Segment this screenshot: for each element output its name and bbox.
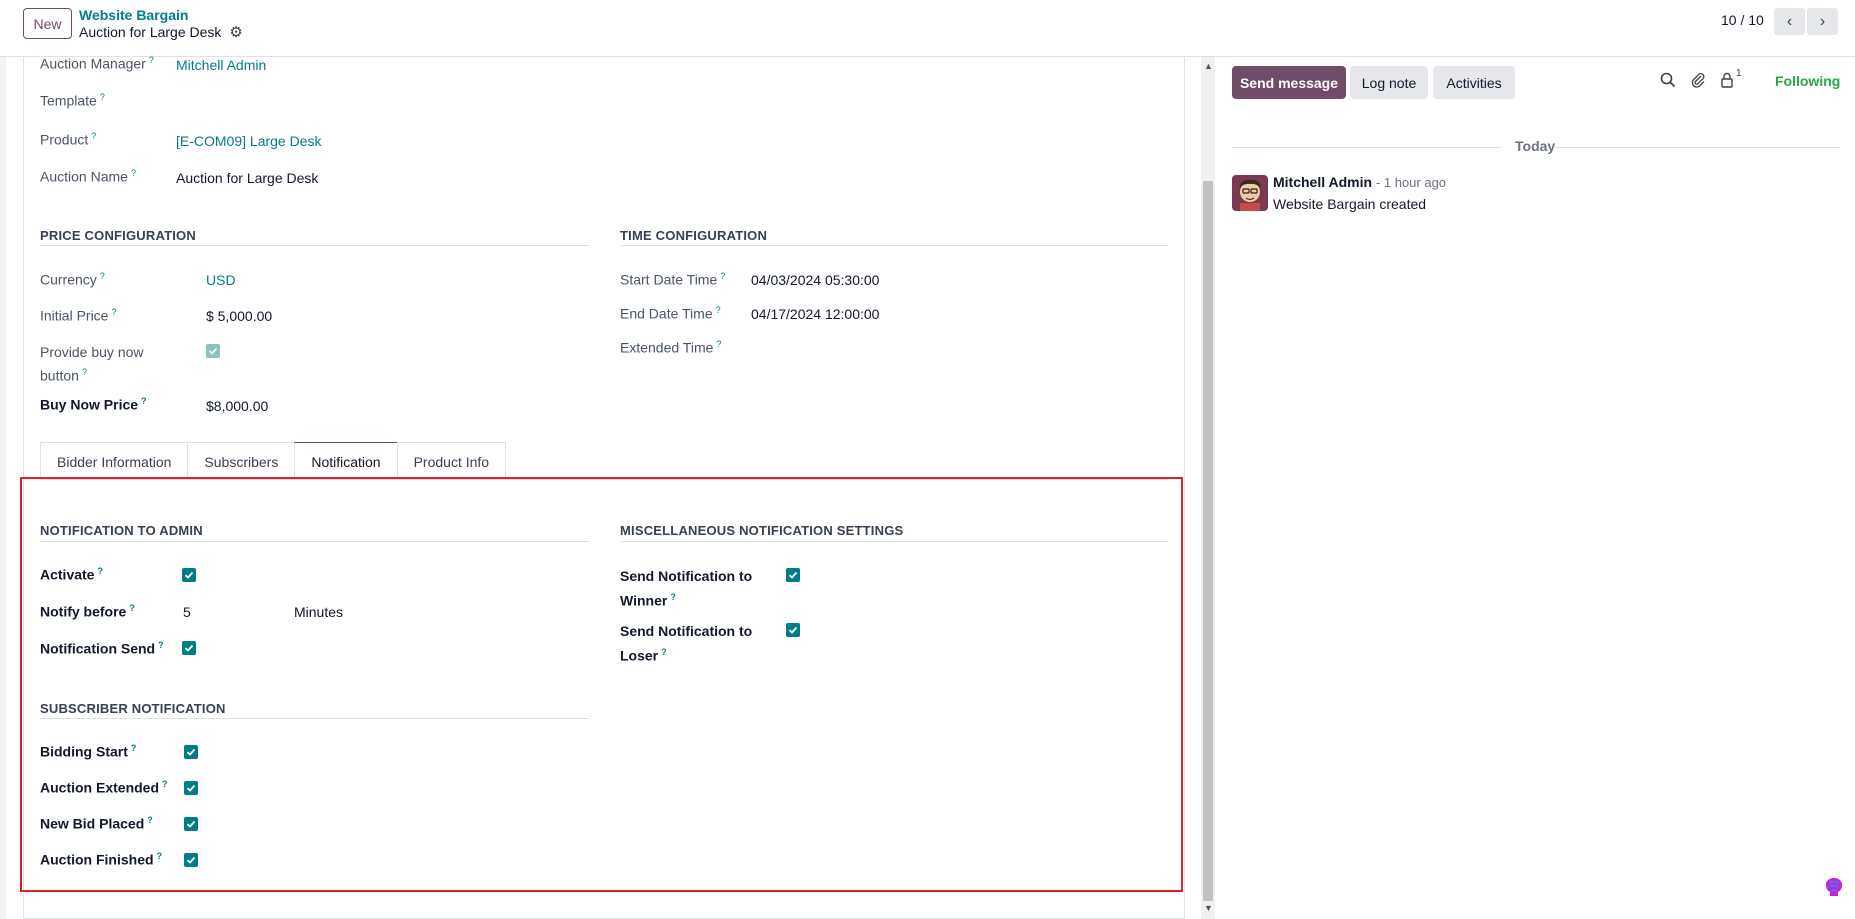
highlight-box bbox=[20, 477, 1183, 892]
scroll-thumb[interactable] bbox=[1203, 181, 1213, 901]
form-scrollbar[interactable]: ▲ ▼ bbox=[1201, 57, 1215, 919]
today-line-left bbox=[1232, 147, 1501, 148]
buy-now-price-label: Buy Now Price? bbox=[40, 396, 147, 413]
initial-price-field[interactable]: $ 5,000.00 bbox=[206, 308, 272, 324]
extended-time-label: Extended Time? bbox=[620, 339, 722, 356]
scroll-up-arrow-icon[interactable]: ▲ bbox=[1204, 61, 1213, 71]
pager-next-button[interactable]: › bbox=[1807, 8, 1838, 35]
today-separator-label: Today bbox=[1515, 138, 1556, 154]
product-field[interactable]: [E-COM09] Large Desk bbox=[176, 133, 322, 149]
search-icon[interactable] bbox=[1660, 72, 1676, 93]
follower-count: 1 bbox=[1736, 68, 1742, 79]
new-button[interactable]: New bbox=[23, 8, 72, 39]
end-date-field[interactable]: 04/17/2024 12:00:00 bbox=[751, 306, 879, 322]
pager-value[interactable]: 10 / 10 bbox=[1721, 12, 1764, 28]
currency-label: Currency? bbox=[40, 271, 105, 288]
price-separator bbox=[40, 245, 589, 246]
chevron-left-icon: ‹ bbox=[1786, 12, 1793, 30]
user-icon bbox=[1721, 72, 1733, 88]
start-date-label: Start Date Time? bbox=[620, 271, 726, 288]
record-title: Auction for Large Desk bbox=[79, 24, 222, 40]
tab-subscribers[interactable]: Subscribers bbox=[187, 442, 296, 480]
control-panel: New Website Bargain Auction for Large De… bbox=[0, 0, 1855, 57]
message-body: Website Bargain created bbox=[1273, 196, 1427, 212]
notebook-tabs: Bidder Information Subscribers Notificat… bbox=[40, 442, 507, 480]
scroll-down-arrow-icon[interactable]: ▼ bbox=[1204, 903, 1213, 913]
gear-icon[interactable]: ⚙ bbox=[229, 23, 242, 41]
message-time: - 1 hour ago bbox=[1375, 175, 1447, 190]
following-button[interactable]: Following bbox=[1775, 73, 1840, 89]
provide-buy-now-checkbox[interactable] bbox=[206, 344, 220, 358]
buy-now-price-field[interactable]: $8,000.00 bbox=[206, 398, 268, 414]
author-name[interactable]: Mitchell Admin bbox=[1273, 174, 1372, 190]
tab-notification[interactable]: Notification bbox=[294, 442, 398, 480]
tab-bidder-information[interactable]: Bidder Information bbox=[40, 442, 189, 480]
currency-field[interactable]: USD bbox=[206, 272, 236, 288]
pager-previous-button[interactable]: ‹ bbox=[1774, 8, 1805, 35]
ai-assistant-icon[interactable] bbox=[1820, 873, 1848, 901]
start-date-field[interactable]: 04/03/2024 05:30:00 bbox=[751, 272, 879, 288]
tab-product-info[interactable]: Product Info bbox=[396, 442, 507, 480]
message-author: Mitchell Admin - 1 hour ago bbox=[1273, 174, 1446, 190]
breadcrumb-current: Auction for Large Desk ⚙ bbox=[79, 23, 243, 41]
followers-button[interactable]: 1 bbox=[1720, 68, 1742, 88]
initial-price-label: Initial Price? bbox=[40, 307, 117, 324]
auction-manager-label: Auction Manager? bbox=[40, 55, 154, 72]
auction-manager-field[interactable]: Mitchell Admin bbox=[176, 57, 266, 73]
activities-button[interactable]: Activities bbox=[1433, 66, 1515, 99]
time-separator bbox=[620, 245, 1168, 246]
end-date-label: End Date Time? bbox=[620, 305, 721, 322]
send-message-button[interactable]: Send message bbox=[1232, 66, 1346, 99]
left-edge bbox=[0, 57, 6, 919]
auction-name-field[interactable]: Auction for Large Desk bbox=[176, 170, 318, 186]
price-configuration-title: PRICE CONFIGURATION bbox=[40, 228, 196, 243]
time-configuration-title: TIME CONFIGURATION bbox=[620, 228, 768, 243]
product-label: Product? bbox=[40, 131, 97, 148]
breadcrumb-parent[interactable]: Website Bargain bbox=[79, 7, 188, 23]
paperclip-icon[interactable] bbox=[1690, 72, 1706, 93]
auction-name-label: Auction Name? bbox=[40, 168, 136, 185]
chevron-right-icon: › bbox=[1819, 12, 1826, 30]
template-label: Template? bbox=[40, 92, 105, 109]
avatar[interactable] bbox=[1232, 175, 1268, 211]
today-line-right bbox=[1555, 147, 1840, 148]
provide-buy-now-label: Provide buy now button? bbox=[40, 344, 144, 384]
log-note-button[interactable]: Log note bbox=[1350, 66, 1428, 99]
